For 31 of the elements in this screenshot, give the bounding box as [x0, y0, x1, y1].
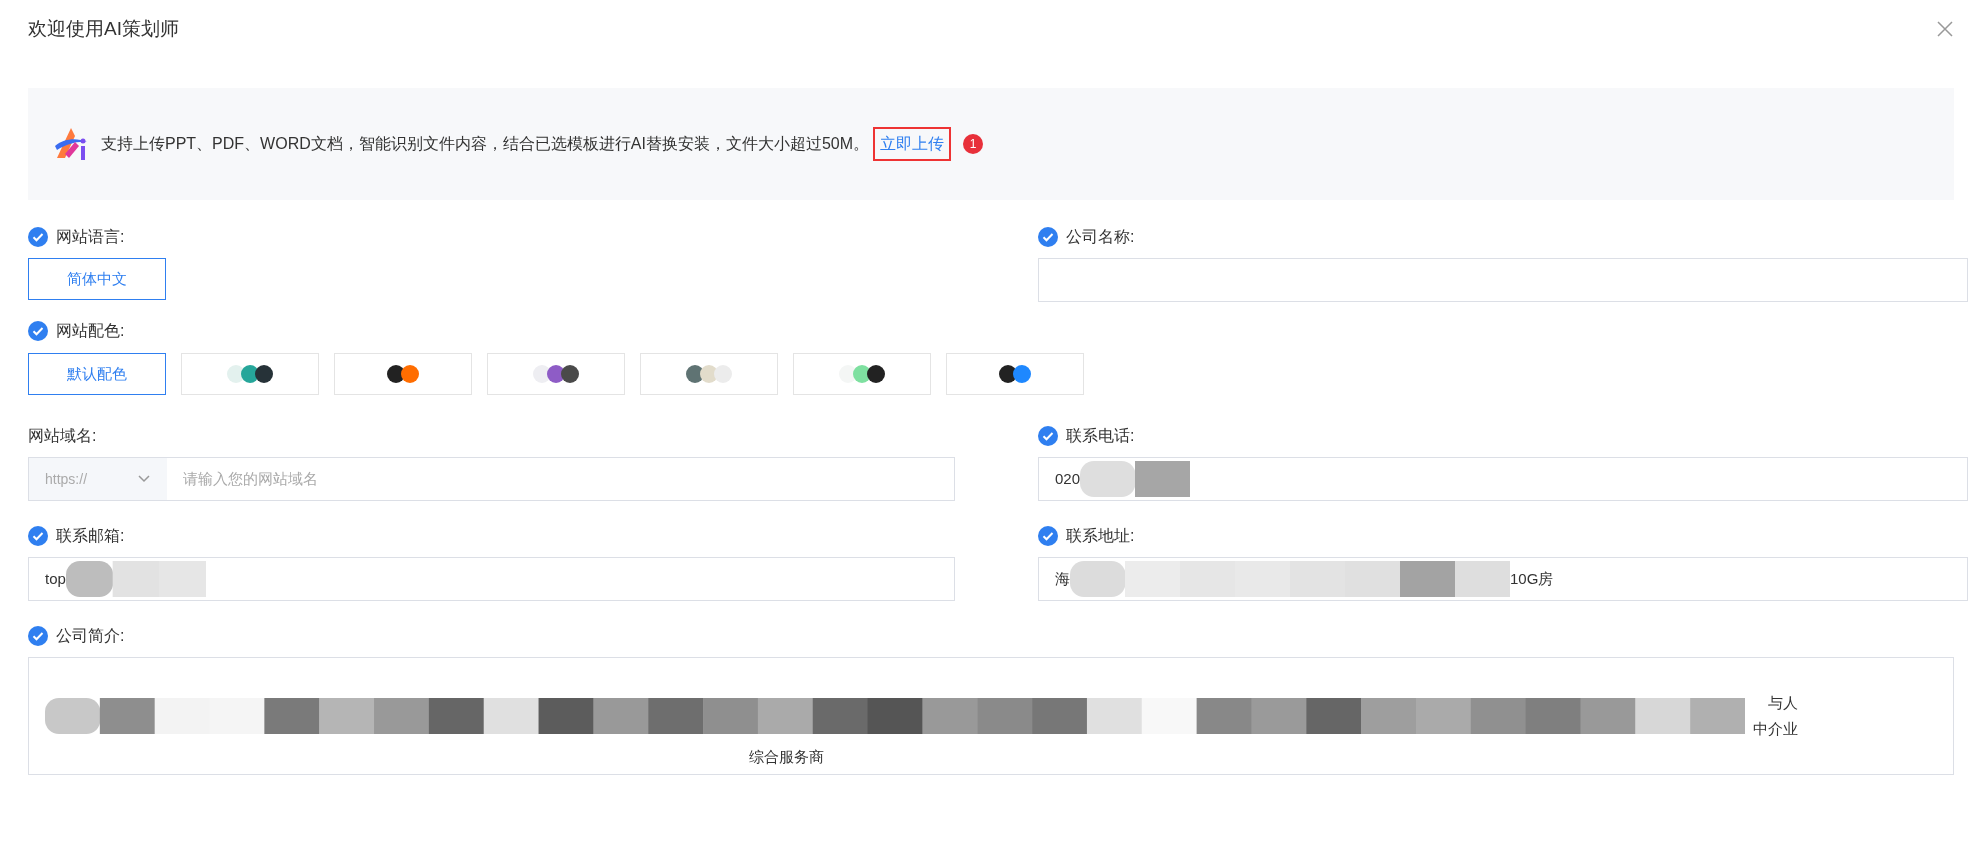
close-icon[interactable]	[1936, 20, 1954, 38]
field-label: 公司简介:	[56, 626, 125, 646]
phone-field[interactable]: 020	[1038, 457, 1968, 501]
banner-text: 支持上传PPT、PDF、WORD文档，智能识别文件内容，结合已选模板进行AI替换安装，文件大小超过50M。	[101, 134, 869, 154]
palette-option[interactable]	[793, 353, 931, 395]
caret-icon	[137, 474, 151, 484]
palette-option[interactable]	[487, 353, 625, 395]
intro-text: 与人	[1768, 692, 1798, 713]
step-badge: 1	[963, 134, 983, 154]
intro-text: 中介业	[1753, 719, 1798, 739]
field-label: 联系地址:	[1066, 526, 1135, 546]
palette-option[interactable]	[334, 353, 472, 395]
field-label: 网站配色:	[56, 321, 125, 341]
field-label: 联系邮箱:	[56, 526, 125, 546]
field-label: 联系电话:	[1066, 426, 1135, 446]
palette-option[interactable]	[181, 353, 319, 395]
intro-text: 综合服务商	[749, 746, 824, 767]
field-label: 网站域名:	[28, 426, 97, 446]
field-label: 网站语言:	[56, 227, 125, 247]
palette-option[interactable]	[946, 353, 1084, 395]
address-field[interactable]: 海 10G房	[1038, 557, 1968, 601]
field-label: 公司名称:	[1066, 227, 1135, 247]
intro-field[interactable]: 与人 中介业 综合服务商	[28, 657, 1954, 775]
email-field[interactable]: top	[28, 557, 955, 601]
palette-option[interactable]: 默认配色	[28, 353, 166, 395]
language-option[interactable]: 简体中文	[28, 258, 166, 300]
window-title: 欢迎使用AI策划师	[28, 16, 179, 41]
domain-field[interactable]: https:// 请输入您的网站域名	[28, 457, 955, 501]
upload-link[interactable]: 立即上传	[873, 127, 951, 161]
company-name-field[interactable]	[1038, 258, 1968, 302]
protocol-select[interactable]: https://	[29, 458, 167, 500]
